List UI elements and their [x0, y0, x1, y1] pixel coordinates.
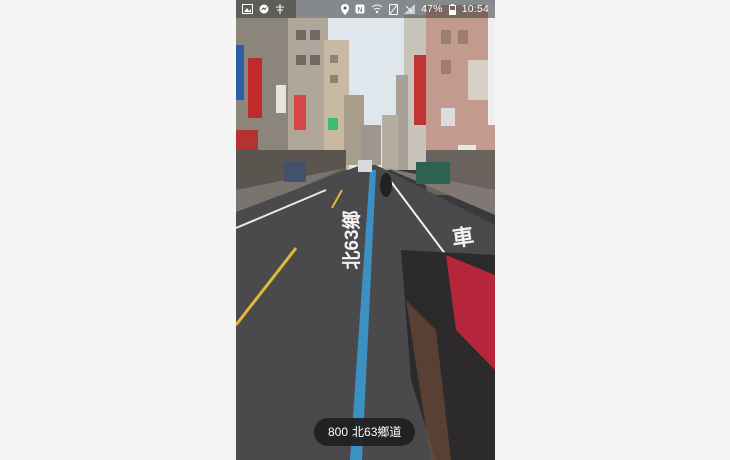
car — [358, 160, 372, 172]
van — [284, 162, 306, 182]
parked-truck — [416, 162, 450, 184]
scooter-rider — [380, 173, 392, 197]
signal-icon — [404, 4, 416, 14]
clock: 10:54 — [461, 3, 489, 15]
messenger-icon — [259, 4, 269, 14]
status-bar: N 47% 10:54 — [236, 0, 495, 18]
wifi-icon — [371, 4, 383, 14]
location-road: 北63鄉道 — [352, 425, 402, 439]
status-left — [242, 4, 285, 14]
status-right: N 47% 10:54 — [341, 0, 489, 18]
image-icon — [242, 4, 253, 14]
phone-screen: 北63鄉 車 N 47% 10:54 800 北63鄉道 — [236, 0, 495, 460]
svg-text:N: N — [358, 7, 363, 14]
battery-icon — [448, 3, 456, 15]
street-view-panorama[interactable]: 北63鄉 車 — [236, 0, 495, 460]
battery-percent: 47% — [421, 3, 443, 15]
lane-marking-text: 車 — [450, 224, 475, 252]
nosim-icon — [389, 3, 399, 15]
tree-icon — [275, 4, 285, 14]
location-label[interactable]: 800 北63鄉道 — [314, 418, 416, 446]
road-marking-text: 北63鄉 — [340, 210, 363, 269]
location-icon — [341, 3, 350, 15]
location-number: 800 — [328, 425, 349, 439]
nfc-icon: N — [355, 4, 365, 14]
